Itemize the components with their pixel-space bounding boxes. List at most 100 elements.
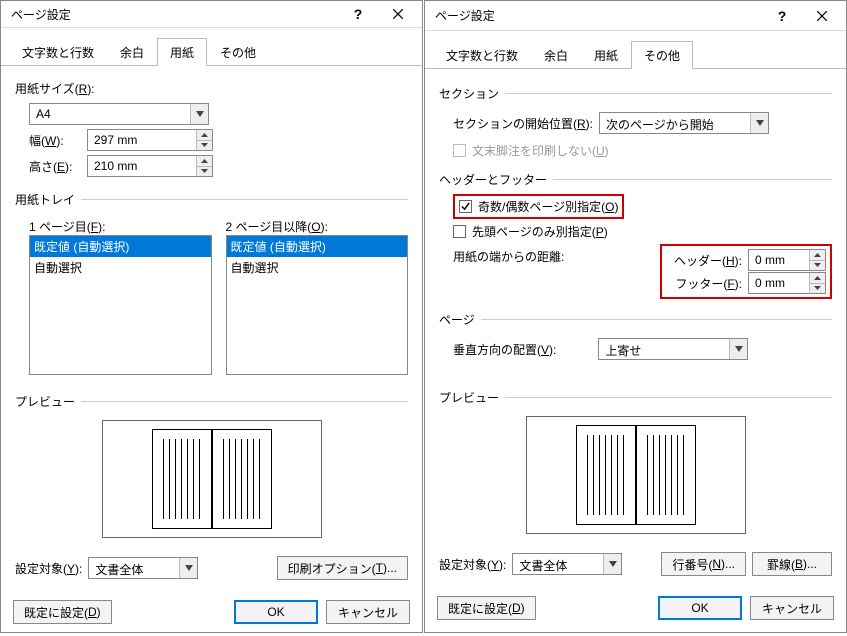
tab-paper[interactable]: 用紙: [581, 41, 631, 69]
print-options-button[interactable]: 印刷オプション(T)...: [277, 556, 408, 580]
odd-even-checkbox[interactable]: 奇数/偶数ページ別指定(O): [459, 198, 618, 215]
preview-box: [102, 420, 322, 538]
list-item[interactable]: 既定値 (自動選択): [227, 236, 408, 257]
width-label: 幅(W):: [29, 132, 81, 149]
page2-tray-listbox[interactable]: 既定値 (自動選択) 自動選択: [226, 235, 409, 375]
borders-button[interactable]: 罫線(B)...: [752, 552, 832, 576]
set-default-button[interactable]: 既定に設定(D): [437, 596, 536, 620]
tab-margins[interactable]: 余白: [531, 41, 581, 69]
close-icon: [393, 9, 403, 19]
apply-to-combo[interactable]: 文書全体: [88, 557, 198, 579]
paper-tray-label: 用紙トレイ: [15, 191, 75, 208]
section-start-value: 次のページから開始: [600, 113, 750, 133]
apply-to-label: 設定対象(Y):: [15, 560, 82, 577]
first-page-checkbox[interactable]: 先頭ページのみ別指定(P): [453, 223, 608, 240]
section-start-combo[interactable]: 次のページから開始: [599, 112, 769, 134]
header-label: ヘッダー(H):: [666, 252, 742, 269]
chevron-down-icon: [179, 558, 197, 578]
odd-even-highlight: 奇数/偶数ページ別指定(O): [453, 194, 624, 219]
divider: [553, 179, 832, 180]
preview-box: [526, 416, 746, 534]
paper-size-value: A4: [30, 104, 190, 124]
chevron-down-icon: [750, 113, 768, 133]
preview-page: [636, 425, 696, 525]
section-label: セクション: [439, 85, 499, 102]
line-numbers-button[interactable]: 行番号(N)...: [661, 552, 746, 576]
preview-page: [212, 429, 272, 529]
apply-to-combo[interactable]: 文書全体: [512, 553, 622, 575]
set-default-button[interactable]: 既定に設定(D): [13, 600, 112, 624]
close-button[interactable]: [378, 1, 418, 27]
header-footer-highlight: ヘッダー(H): 0 mm フッター(F): 0 mm: [660, 244, 832, 299]
divider: [481, 319, 832, 320]
page1-label: 1 ページ目(F):: [29, 218, 212, 235]
suppress-endnote-checkbox: 文末脚注を印刷しない(U): [453, 142, 609, 159]
height-spinner[interactable]: 210 mm: [87, 155, 213, 177]
suppress-endnote-label: 文末脚注を印刷しない(U): [472, 142, 609, 159]
divider: [505, 93, 832, 94]
cancel-button[interactable]: キャンセル: [326, 600, 410, 624]
cancel-button[interactable]: キャンセル: [750, 596, 834, 620]
close-icon: [817, 11, 827, 21]
spinner-buttons[interactable]: [196, 156, 212, 176]
list-item[interactable]: 自動選択: [227, 257, 408, 278]
page2-label: 2 ページ目以降(O):: [226, 218, 409, 235]
page-label: ページ: [439, 311, 475, 328]
odd-even-label: 奇数/偶数ページ別指定(O): [478, 198, 618, 215]
width-spinner[interactable]: 297 mm: [87, 129, 213, 151]
header-footer-label: ヘッダーとフッター: [439, 171, 547, 188]
tab-other[interactable]: その他: [631, 41, 693, 69]
close-button[interactable]: [802, 3, 842, 29]
valign-combo[interactable]: 上寄せ: [598, 338, 748, 360]
preview-page: [576, 425, 636, 525]
help-button[interactable]: ?: [338, 1, 378, 27]
spinner-buttons[interactable]: [809, 273, 825, 293]
valign-value: 上寄せ: [599, 339, 729, 359]
paper-size-label: 用紙サイズ(R):: [15, 80, 408, 97]
spinner-buttons[interactable]: [196, 130, 212, 150]
divider: [505, 397, 832, 398]
list-item[interactable]: 既定値 (自動選択): [30, 236, 211, 257]
dialog-title: ページ設定: [435, 7, 762, 24]
footer-spinner[interactable]: 0 mm: [748, 272, 826, 294]
spinner-buttons[interactable]: [809, 250, 825, 270]
titlebar: ページ設定 ?: [1, 1, 422, 28]
first-page-label: 先頭ページのみ別指定(P): [472, 223, 608, 240]
valign-label: 垂直方向の配置(V):: [453, 341, 556, 358]
divider: [81, 401, 408, 402]
height-label: 高さ(E):: [29, 158, 81, 175]
ok-button[interactable]: OK: [658, 596, 742, 620]
dialog-body: セクション セクションの開始位置(R): 次のページから開始 文末脚注を印刷しな…: [425, 69, 846, 588]
edge-distance-label: 用紙の端からの距離:: [453, 244, 564, 265]
page-setup-dialog-other: ページ設定 ? 文字数と行数 余白 用紙 その他 セクション セクションの開始位…: [424, 0, 847, 633]
page1-tray-listbox[interactable]: 既定値 (自動選択) 自動選択: [29, 235, 212, 375]
tab-chars-lines[interactable]: 文字数と行数: [433, 41, 531, 69]
preview-label: プレビュー: [15, 393, 75, 410]
tab-margins[interactable]: 余白: [107, 38, 157, 66]
help-button[interactable]: ?: [762, 3, 802, 29]
height-value: 210 mm: [88, 156, 196, 176]
list-item[interactable]: 自動選択: [30, 257, 211, 278]
tab-paper[interactable]: 用紙: [157, 38, 207, 66]
paper-size-combo[interactable]: A4: [29, 103, 209, 125]
header-spinner[interactable]: 0 mm: [748, 249, 826, 271]
bottom-bar: 既定に設定(D) OK キャンセル: [1, 592, 422, 636]
page-setup-dialog-paper: ページ設定 ? 文字数と行数 余白 用紙 その他 用紙サイズ(R): A4 幅(…: [0, 0, 423, 633]
section-start-label: セクションの開始位置(R):: [453, 115, 593, 132]
tab-other[interactable]: その他: [207, 38, 269, 66]
header-value: 0 mm: [749, 250, 809, 270]
tabstrip: 文字数と行数 余白 用紙 その他: [1, 28, 422, 66]
tab-chars-lines[interactable]: 文字数と行数: [9, 38, 107, 66]
preview-page: [152, 429, 212, 529]
titlebar: ページ設定 ?: [425, 1, 846, 31]
dialog-body: 用紙サイズ(R): A4 幅(W): 297 mm 高さ(E):: [1, 66, 422, 592]
chevron-down-icon: [729, 339, 747, 359]
width-value: 297 mm: [88, 130, 196, 150]
dialog-title: ページ設定: [11, 6, 338, 23]
footer-value: 0 mm: [749, 273, 809, 293]
chevron-down-icon: [190, 104, 208, 124]
chevron-down-icon: [603, 554, 621, 574]
preview-label: プレビュー: [439, 389, 499, 406]
bottom-bar: 既定に設定(D) OK キャンセル: [425, 588, 846, 632]
ok-button[interactable]: OK: [234, 600, 318, 624]
